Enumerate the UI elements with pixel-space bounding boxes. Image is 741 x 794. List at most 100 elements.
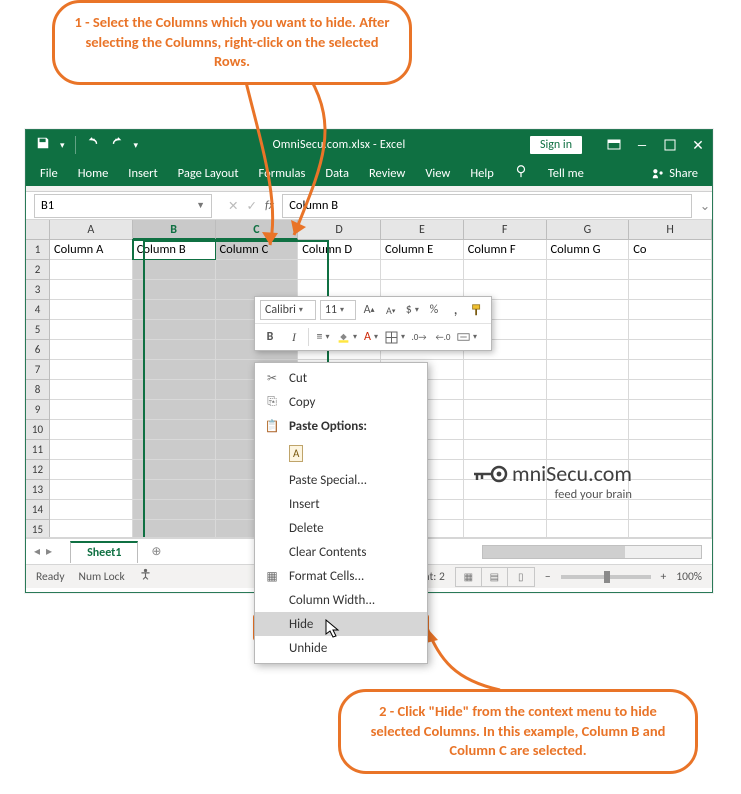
cell[interactable]	[464, 260, 547, 280]
cell[interactable]	[50, 420, 133, 440]
context-menu-item-paste-icon[interactable]: A	[255, 438, 427, 468]
context-menu-item-copy[interactable]: ⎘Copy	[255, 390, 427, 414]
context-menu-item-paste-special[interactable]: Paste Special...	[255, 468, 427, 492]
new-sheet-icon[interactable]: ⊕	[146, 544, 166, 559]
context-menu-item-unhide[interactable]: Unhide	[255, 636, 427, 660]
zoom-in-icon[interactable]: +	[661, 570, 667, 584]
row-header[interactable]: 2	[26, 260, 50, 280]
merge-center-icon[interactable]: ▾	[457, 327, 477, 347]
tab-formulas[interactable]: Formulas	[259, 166, 306, 181]
cell[interactable]	[50, 260, 133, 280]
tab-insert[interactable]: Insert	[128, 166, 157, 181]
cell[interactable]	[133, 460, 216, 480]
tell-me-label[interactable]: Tell me	[548, 166, 584, 181]
column-header-d[interactable]: D	[298, 220, 381, 240]
cell[interactable]	[50, 500, 133, 520]
undo-icon[interactable]	[86, 136, 100, 154]
maximize-icon[interactable]	[656, 130, 684, 160]
row-header[interactable]: 9	[26, 400, 50, 420]
comma-format-icon[interactable]: ,	[447, 300, 465, 320]
cell[interactable]	[547, 300, 630, 320]
cell[interactable]	[50, 340, 133, 360]
tab-home[interactable]: Home	[78, 166, 109, 181]
cell[interactable]	[133, 260, 216, 280]
context-menu-item-delete[interactable]: Delete	[255, 516, 427, 540]
cell[interactable]	[50, 520, 133, 538]
cell[interactable]	[629, 320, 712, 340]
cell[interactable]	[547, 320, 630, 340]
cell[interactable]	[133, 400, 216, 420]
percent-format-icon[interactable]: %	[425, 300, 443, 320]
cell[interactable]	[629, 300, 712, 320]
mini-font-name[interactable]: Calibri▾	[260, 300, 316, 320]
zoom-out-icon[interactable]: −	[545, 570, 551, 584]
cell[interactable]	[216, 260, 299, 280]
enter-formula-icon[interactable]: ✓	[246, 198, 256, 214]
fill-color-icon[interactable]: ▾	[337, 327, 357, 347]
row-header[interactable]: 7	[26, 360, 50, 380]
cell[interactable]	[133, 380, 216, 400]
zoom-level[interactable]: 100%	[676, 570, 702, 584]
ribbon-display-icon[interactable]	[600, 130, 628, 160]
cell[interactable]	[50, 480, 133, 500]
cell[interactable]: Column C	[216, 240, 299, 260]
format-painter-icon[interactable]	[468, 300, 486, 320]
row-header[interactable]: 12	[26, 460, 50, 480]
tab-help[interactable]: Help	[470, 166, 493, 181]
column-header-a[interactable]: A	[50, 220, 133, 240]
cell[interactable]	[50, 460, 133, 480]
view-normal-icon[interactable]: ▦	[456, 568, 482, 586]
column-header-c[interactable]: C	[216, 220, 299, 240]
cell[interactable]: Column E	[381, 240, 464, 260]
cell[interactable]	[547, 500, 630, 520]
cell[interactable]	[381, 260, 464, 280]
align-icon[interactable]: ≡▾	[313, 327, 333, 347]
cell[interactable]	[133, 280, 216, 300]
cell[interactable]	[629, 400, 712, 420]
name-box-dropdown-icon[interactable]: ▼	[196, 200, 205, 211]
row-header[interactable]: 10	[26, 420, 50, 440]
context-menu-item-column-width[interactable]: Column Width...	[255, 588, 427, 612]
column-header-b[interactable]: B	[133, 220, 216, 240]
close-icon[interactable]: ✕	[684, 130, 712, 160]
cell[interactable]	[629, 360, 712, 380]
accounting-format-icon[interactable]: $▾	[404, 300, 422, 320]
cell[interactable]	[133, 360, 216, 380]
cell[interactable]: Column A	[50, 240, 133, 260]
cell[interactable]	[547, 400, 630, 420]
select-all-corner[interactable]	[26, 220, 50, 240]
accessibility-icon[interactable]	[139, 568, 152, 585]
column-header-g[interactable]: G	[547, 220, 630, 240]
row-header[interactable]: 5	[26, 320, 50, 340]
cell[interactable]	[629, 260, 712, 280]
context-menu-item-clear-contents[interactable]: Clear Contents	[255, 540, 427, 564]
decrease-font-icon[interactable]: A▾	[382, 300, 400, 320]
redo-icon[interactable]	[110, 136, 124, 154]
context-menu-item-format-cells[interactable]: ▦Format Cells...	[255, 564, 427, 588]
cell[interactable]	[464, 400, 547, 420]
context-menu-item-paste-options[interactable]: 📋Paste Options:	[255, 414, 427, 438]
cell[interactable]	[50, 360, 133, 380]
cell[interactable]	[547, 420, 630, 440]
insert-function-icon[interactable]: fx	[265, 198, 274, 213]
cell[interactable]	[133, 300, 216, 320]
cell[interactable]	[464, 500, 547, 520]
formula-bar[interactable]: Column B	[282, 194, 692, 218]
cell[interactable]	[50, 400, 133, 420]
qat-customize-icon[interactable]: ▾	[134, 140, 139, 151]
tab-review[interactable]: Review	[369, 166, 405, 181]
bold-icon[interactable]: B	[260, 327, 280, 347]
cell[interactable]	[547, 380, 630, 400]
cell[interactable]	[464, 360, 547, 380]
increase-decimal-icon[interactable]: .0→	[409, 327, 429, 347]
sheet-tab-active[interactable]: Sheet1	[70, 541, 138, 563]
tell-me-icon[interactable]	[514, 164, 528, 182]
cell[interactable]	[464, 420, 547, 440]
formula-bar-expand-icon[interactable]: ⌄	[698, 198, 712, 214]
cell[interactable]: Column D	[298, 240, 381, 260]
cell[interactable]	[547, 280, 630, 300]
paste-option-icon[interactable]: A	[289, 445, 303, 462]
cell[interactable]: Column F	[464, 240, 547, 260]
cell[interactable]	[133, 500, 216, 520]
row-header[interactable]: 1	[26, 240, 50, 260]
